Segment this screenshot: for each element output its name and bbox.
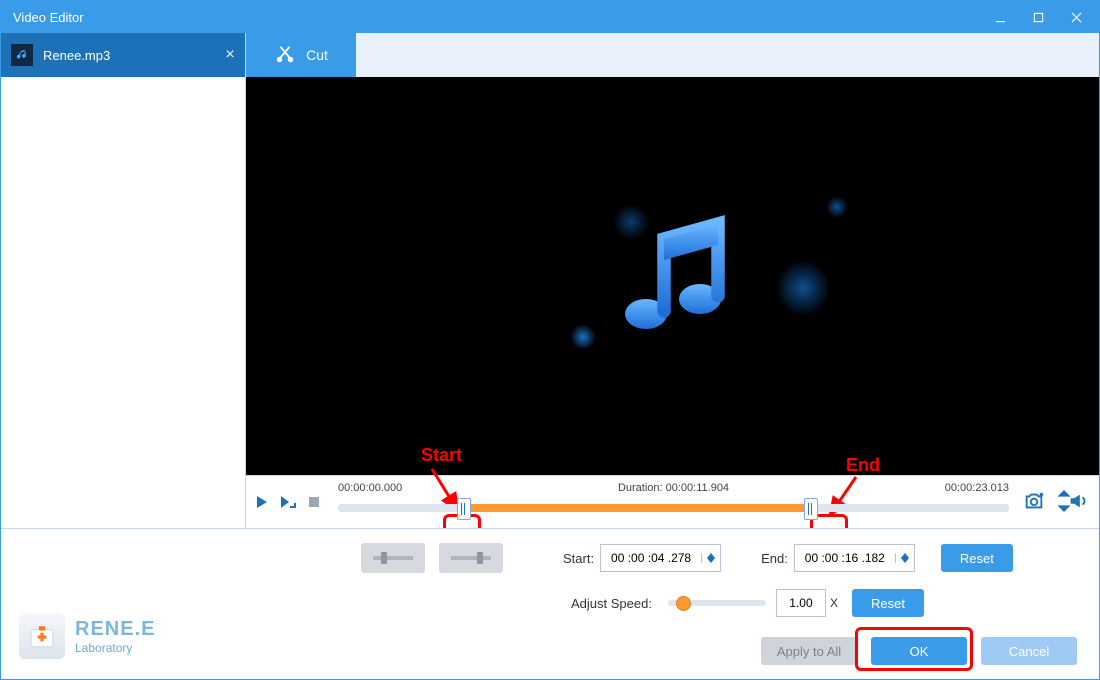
mark-out-button[interactable]	[439, 543, 503, 573]
sidebar: Renee.mp3 ×	[1, 33, 246, 528]
end-label: End:	[761, 551, 788, 566]
time-duration-label: Duration: 00:00:11.904	[618, 482, 729, 494]
time-start-label: 00:00:00.000	[338, 482, 402, 494]
snapshot-button[interactable]	[1023, 490, 1045, 515]
tab-cut-label: Cut	[306, 47, 328, 63]
minimize-button[interactable]	[981, 1, 1019, 33]
preview-area: Start End	[246, 77, 1099, 475]
speed-x-label: X	[830, 596, 838, 610]
track-selection	[463, 504, 810, 512]
annotation-end-label: End	[846, 455, 880, 476]
handle-start[interactable]	[457, 498, 471, 520]
end-time-field[interactable]	[795, 550, 895, 566]
close-button[interactable]	[1057, 1, 1095, 33]
handle-end[interactable]	[804, 498, 818, 520]
annotation-start-label: Start	[421, 445, 462, 466]
cut-icon	[274, 43, 296, 68]
brand: RENE.E Laboratory	[19, 613, 155, 659]
file-tab[interactable]: Renee.mp3 ×	[1, 33, 245, 77]
maximize-button[interactable]	[1019, 1, 1057, 33]
start-time-input[interactable]	[600, 544, 721, 572]
tab-cut[interactable]: Cut	[246, 33, 356, 77]
play-button[interactable]	[252, 492, 272, 512]
brand-line2: Laboratory	[75, 641, 155, 655]
titlebar: Video Editor	[1, 1, 1099, 33]
reset-speed-button[interactable]: Reset	[852, 589, 924, 617]
brand-text: RENE.E Laboratory	[75, 618, 155, 655]
stop-button[interactable]	[304, 492, 324, 512]
window: Video Editor Renee.mp3 ×	[0, 0, 1100, 680]
file-type-icon	[11, 44, 33, 66]
play-segment-button[interactable]	[278, 492, 298, 512]
speed-slider[interactable]	[668, 600, 766, 606]
speed-value-input[interactable]	[776, 589, 826, 617]
snapshot-dropdown-icon[interactable]	[1053, 490, 1059, 515]
start-label: Start:	[563, 551, 594, 566]
cancel-button[interactable]: Cancel	[981, 637, 1077, 665]
ribbon: Cut	[246, 33, 1099, 77]
track[interactable]: 00:00:00.000 Duration: 00:00:11.904 00:0…	[338, 486, 1009, 518]
body: Renee.mp3 × Cut	[1, 33, 1099, 528]
reset-time-button[interactable]: Reset	[941, 544, 1013, 572]
footer-buttons: Apply to All OK Cancel	[761, 637, 1077, 665]
footer: RENE.E Laboratory Start: End:	[1, 528, 1099, 679]
end-time-input[interactable]	[794, 544, 915, 572]
end-spin-down[interactable]	[896, 558, 914, 563]
time-end-label: 00:00:23.013	[945, 482, 1009, 494]
ok-button[interactable]: OK	[871, 637, 967, 665]
speed-label: Adjust Speed:	[571, 596, 652, 611]
start-spin-down[interactable]	[702, 558, 720, 563]
file-close-button[interactable]: ×	[215, 46, 245, 64]
volume-button[interactable]	[1067, 490, 1089, 515]
brand-line1: RENE.E	[75, 618, 155, 641]
window-buttons	[981, 1, 1095, 33]
apply-to-all-button: Apply to All	[761, 637, 857, 665]
speed-slider-knob[interactable]	[676, 596, 691, 611]
timeline: 00:00:00.000 Duration: 00:00:11.904 00:0…	[246, 475, 1099, 528]
mark-in-button[interactable]	[361, 543, 425, 573]
window-title: Video Editor	[13, 10, 981, 25]
start-time-field[interactable]	[601, 550, 701, 566]
brand-logo-icon	[19, 613, 65, 659]
file-name: Renee.mp3	[43, 48, 215, 63]
content: Cut	[246, 33, 1099, 528]
